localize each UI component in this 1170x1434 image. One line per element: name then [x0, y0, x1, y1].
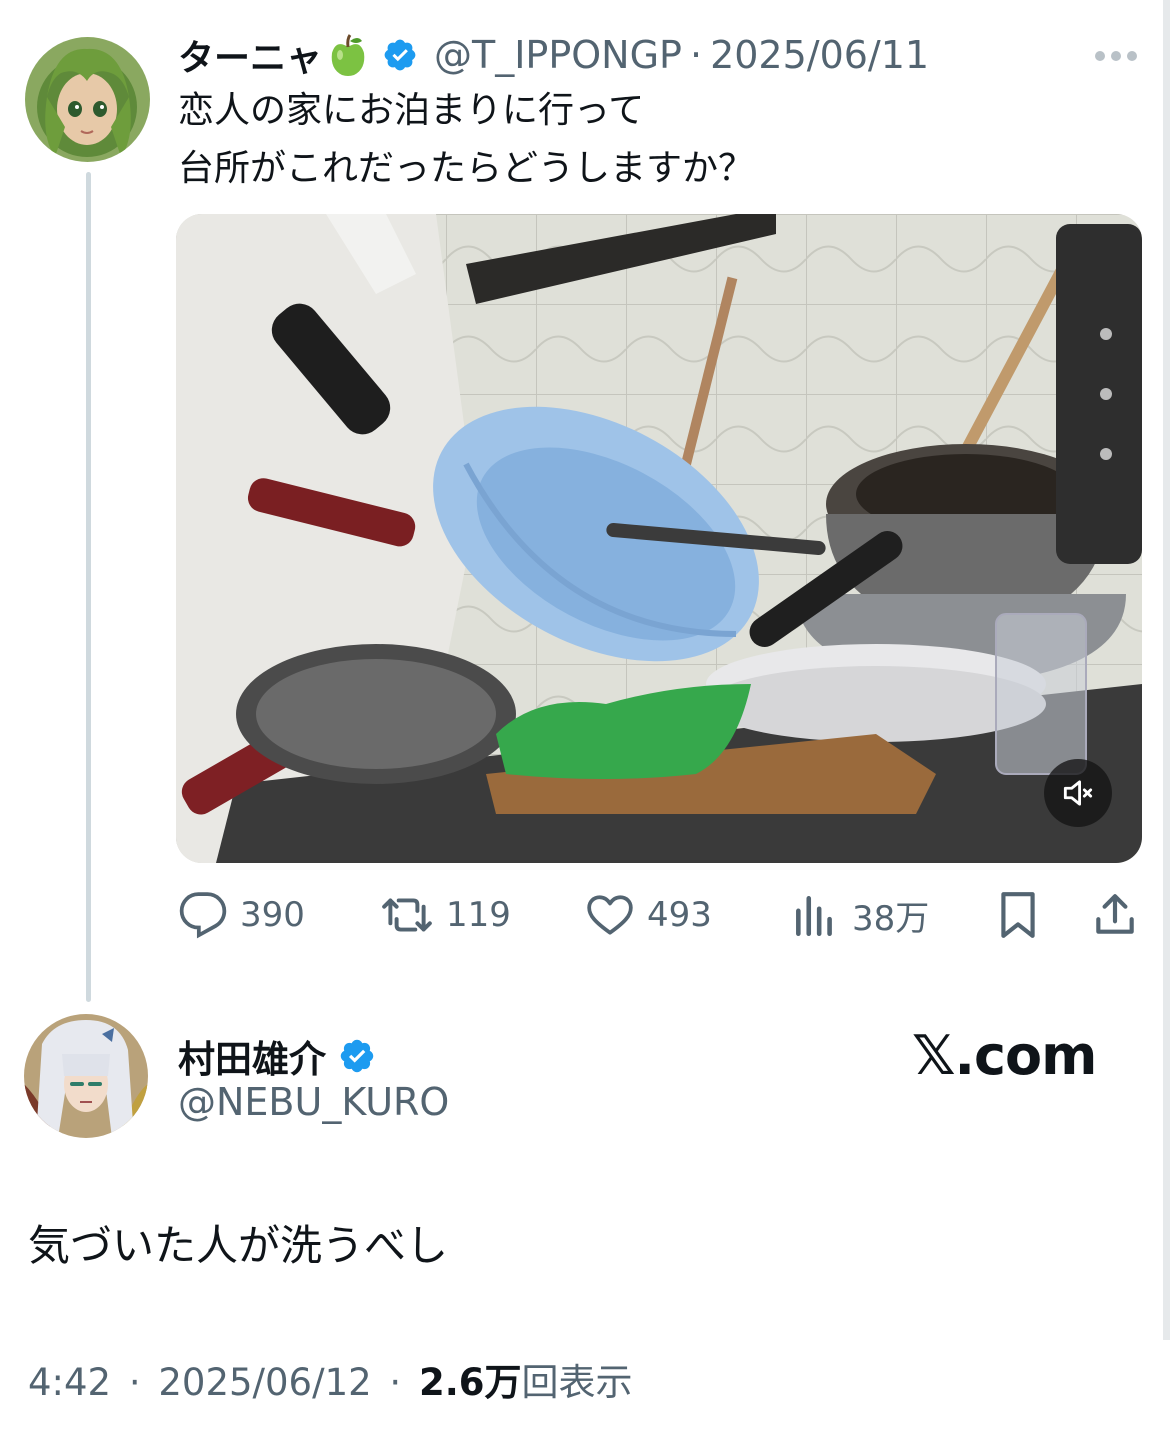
reply-action[interactable]: 390	[178, 890, 305, 940]
bookmark-icon[interactable]	[996, 890, 1040, 940]
reply-header: 村田雄介	[178, 1030, 376, 1082]
like-count: 493	[647, 895, 712, 935]
retweet-icon	[380, 890, 446, 940]
scrollbar[interactable]	[1163, 0, 1170, 1340]
kitchen-video-frame	[176, 214, 1142, 863]
analytics-icon	[790, 890, 852, 940]
views-label: 回表示	[521, 1361, 633, 1404]
heart-icon	[585, 890, 647, 940]
tweet-text: 恋人の家にお泊まりに行って 台所がこれだったらどうしますか？	[178, 84, 1118, 196]
footer-separator: ·	[389, 1361, 402, 1404]
verified-badge-icon[interactable]	[382, 37, 418, 73]
retweet-count: 119	[446, 895, 511, 935]
handle[interactable]: @T_IPPONGP	[434, 33, 682, 77]
reply-time[interactable]: 4:42	[28, 1361, 111, 1404]
reply-footer: 4:42 · 2025/06/12 · 2.6万回表示	[28, 1352, 633, 1406]
more-options-icon[interactable]	[1092, 46, 1140, 66]
original-header: ターニャ @T_IPPONGP · 2025/06/11	[178, 28, 929, 82]
view-count: 38万	[852, 898, 930, 939]
tweet-text-line: 台所がこれだったらどうしますか？	[178, 148, 755, 189]
green-apple-icon	[328, 33, 368, 77]
reply-handle[interactable]: @NEBU_KURO	[178, 1080, 449, 1124]
reply-text: 気づいた人が洗うべし	[28, 1221, 449, 1270]
reply-count: 390	[240, 895, 305, 935]
avatar-original[interactable]	[25, 37, 150, 162]
x-com-watermark: 𝕏.com	[912, 1024, 1097, 1087]
meta-separator: ·	[689, 33, 703, 77]
retweet-action[interactable]: 119	[380, 890, 511, 940]
like-action[interactable]: 493	[585, 890, 712, 940]
views-action[interactable]: 38万	[790, 890, 929, 940]
reply-icon	[178, 890, 240, 940]
tweet-text-line: 恋人の家にお泊まりに行って	[178, 90, 645, 131]
display-name[interactable]: ターニャ	[178, 29, 322, 81]
avatar-reply[interactable]	[24, 1014, 148, 1138]
muted-speaker-icon	[1059, 774, 1097, 812]
tweet-date[interactable]: 2025/06/11	[710, 33, 929, 77]
video-media[interactable]	[176, 214, 1142, 863]
reply-view-count: 2.6万	[418, 1361, 522, 1404]
mute-toggle-button[interactable]	[1044, 759, 1112, 827]
thread-line	[86, 172, 91, 1002]
footer-separator: ·	[128, 1361, 141, 1404]
share-icon[interactable]	[1090, 890, 1140, 940]
verified-badge-icon[interactable]	[338, 1037, 376, 1075]
reply-date[interactable]: 2025/06/12	[158, 1361, 371, 1404]
reply-display-name[interactable]: 村田雄介	[178, 1029, 326, 1083]
